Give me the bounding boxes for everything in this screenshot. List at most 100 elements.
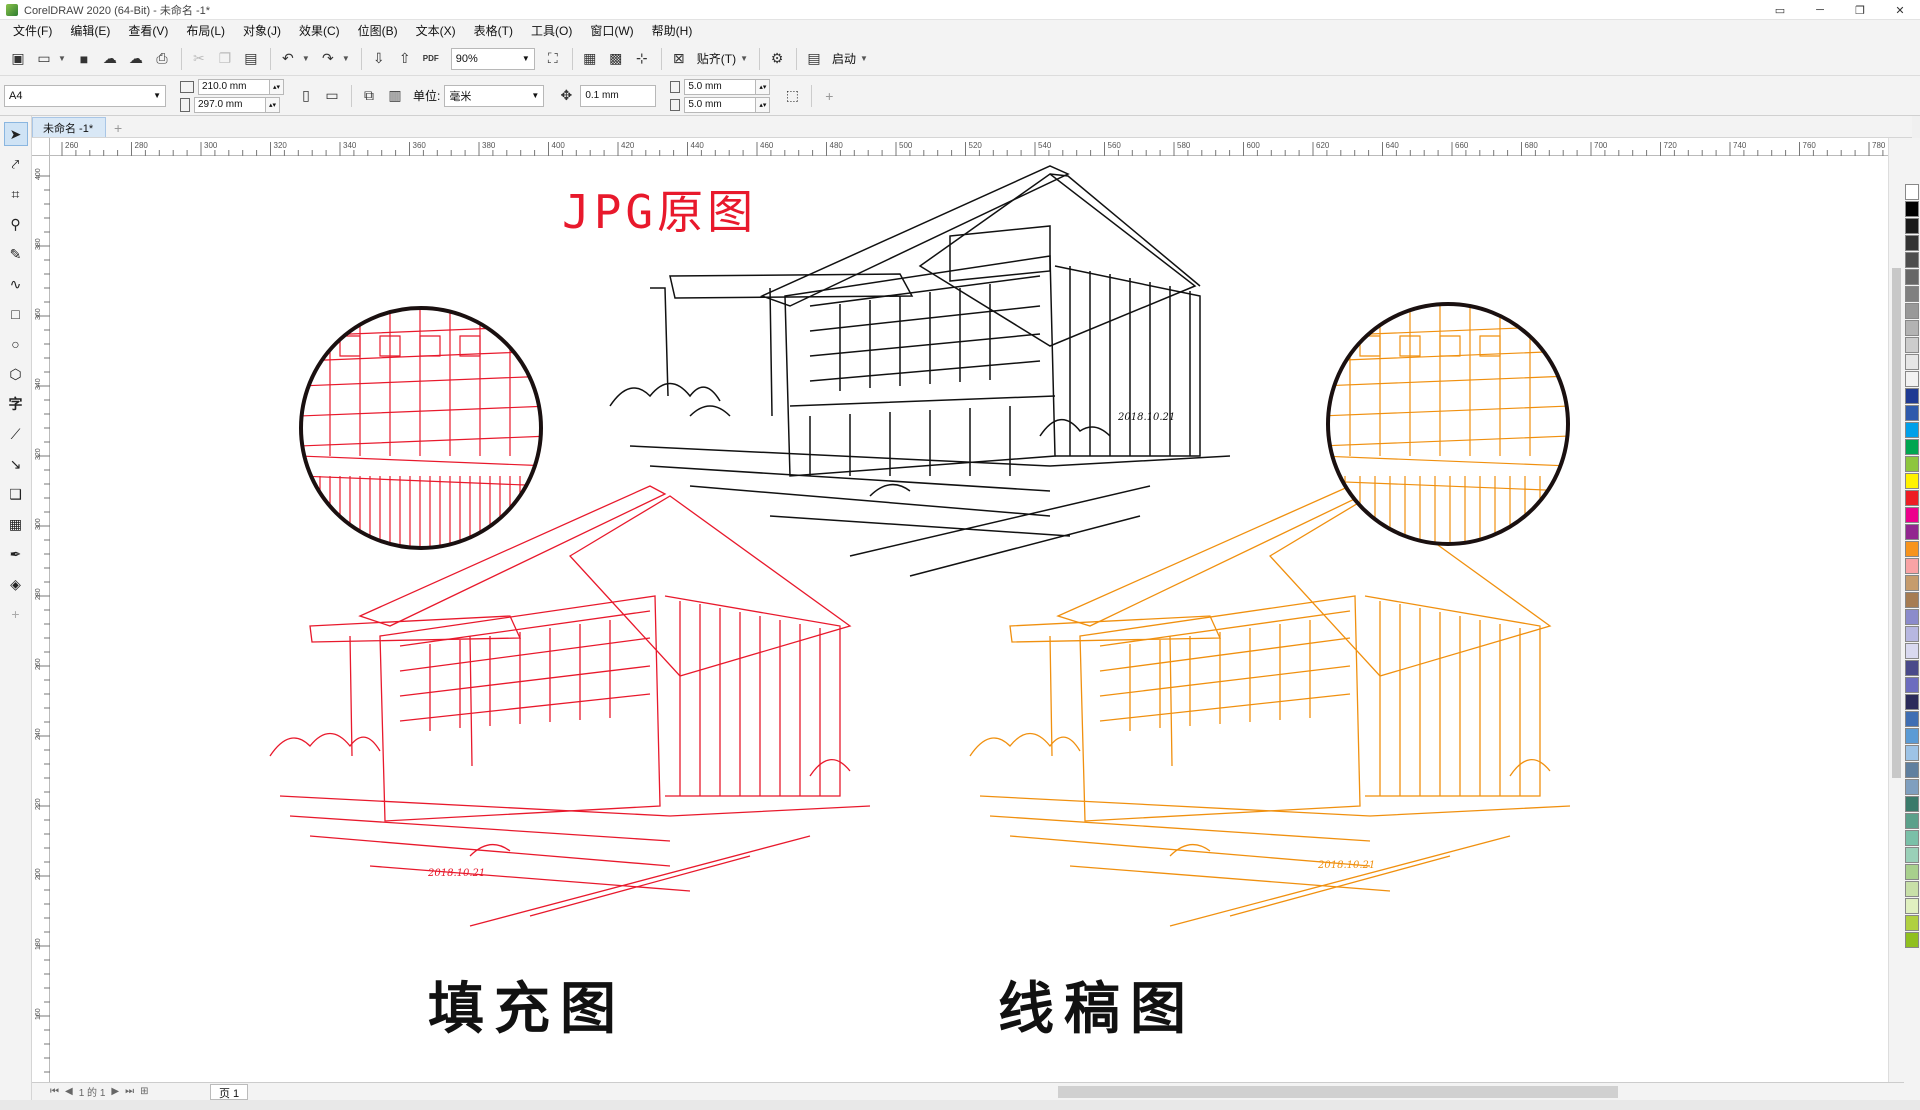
ruler-origin[interactable] — [32, 138, 50, 156]
new-document-icon[interactable]: ▣ — [6, 47, 30, 71]
horizontal-ruler[interactable]: 260 280 300 320 340 360 380 400 420 440 460 480 500 5… — [50, 138, 1912, 156]
menu-window[interactable]: 窗口(W) — [581, 20, 642, 42]
palette-swatch[interactable] — [1905, 558, 1919, 574]
drop-shadow-tool-icon[interactable]: ❑ — [4, 482, 28, 506]
all-pages-icon[interactable]: ⧉ — [357, 84, 381, 108]
show-grid-icon[interactable]: ▩ — [604, 47, 628, 71]
page-width-input[interactable]: 210.0 mm — [198, 78, 270, 95]
palette-swatch[interactable] — [1905, 354, 1919, 370]
palette-swatch[interactable] — [1905, 796, 1919, 812]
zoom-tool-icon[interactable]: ⚲ — [4, 212, 28, 236]
page-height-input[interactable]: 297.0 mm — [194, 96, 266, 113]
parallel-dimension-tool-icon[interactable]: ⟋ — [4, 422, 28, 446]
add-tool-icon[interactable]: + — [4, 602, 28, 626]
palette-swatch[interactable] — [1905, 405, 1919, 421]
drawing-canvas[interactable]: JPG原图 2018.10.21 2018.10.21 2018.10.21 填… — [50, 156, 1888, 1082]
palette-swatch[interactable] — [1905, 864, 1919, 880]
palette-swatch[interactable] — [1905, 847, 1919, 863]
palette-swatch[interactable] — [1905, 830, 1919, 846]
palette-swatch[interactable] — [1905, 184, 1919, 200]
palette-swatch[interactable] — [1905, 592, 1919, 608]
palette-swatch[interactable] — [1905, 252, 1919, 268]
save-icon[interactable]: ■ — [72, 47, 96, 71]
palette-swatch[interactable] — [1905, 898, 1919, 914]
palette-swatch[interactable] — [1905, 303, 1919, 319]
page-size-select[interactable]: A4 ▼ — [4, 84, 166, 107]
outline-trace-sketch[interactable] — [969, 485, 1571, 927]
spinner-icon[interactable]: ▴▾ — [270, 78, 284, 95]
palette-swatch[interactable] — [1905, 456, 1919, 472]
palette-swatch[interactable] — [1905, 762, 1919, 778]
palette-swatch[interactable] — [1905, 269, 1919, 285]
menu-effects[interactable]: 效果(C) — [290, 20, 349, 42]
fill-label[interactable]: 填充图 — [428, 977, 626, 1042]
menu-table[interactable]: 表格(T) — [465, 20, 522, 42]
menu-object[interactable]: 对象(J) — [234, 20, 290, 42]
menu-layout[interactable]: 布局(L) — [177, 20, 234, 42]
tab-document[interactable]: 未命名 -1* — [32, 117, 107, 137]
palette-swatch[interactable] — [1905, 218, 1919, 234]
eyedropper-tool-icon[interactable]: ✒ — [4, 542, 28, 566]
chevron-down-icon[interactable]: ▼ — [740, 54, 748, 63]
interactive-fill-tool-icon[interactable]: ◈ — [4, 572, 28, 596]
palette-swatch[interactable] — [1905, 677, 1919, 693]
copy-icon[interactable]: ❐ — [213, 47, 237, 71]
text-tool-icon[interactable]: 字 — [4, 392, 28, 416]
outline-detail-magnifier[interactable] — [1320, 302, 1570, 556]
open-folder-icon[interactable]: ▭ — [32, 47, 56, 71]
landscape-icon[interactable]: ▭ — [320, 84, 344, 108]
palette-swatch[interactable] — [1905, 371, 1919, 387]
menu-help[interactable]: 帮助(H) — [643, 20, 702, 42]
palette-swatch[interactable] — [1905, 779, 1919, 795]
duplicate-y-input[interactable]: 5.0 mm — [684, 96, 757, 113]
fill-trace-sketch[interactable] — [269, 485, 871, 927]
new-tab-icon[interactable]: + — [110, 121, 126, 137]
palette-swatch[interactable] — [1905, 524, 1919, 540]
palette-swatch[interactable] — [1905, 473, 1919, 489]
menu-bitmaps[interactable]: 位图(B) — [349, 20, 407, 42]
pick-tool-icon[interactable]: ➤ — [3, 122, 28, 146]
show-rulers-icon[interactable]: ▦ — [578, 47, 602, 71]
zoom-level-select[interactable]: 90% ▼ — [450, 47, 535, 70]
palette-swatch[interactable] — [1905, 881, 1919, 897]
palette-swatch[interactable] — [1905, 609, 1919, 625]
palette-swatch[interactable] — [1905, 388, 1919, 404]
palette-swatch[interactable] — [1905, 235, 1919, 251]
menu-text[interactable]: 文本(X) — [407, 20, 465, 42]
vertical-ruler[interactable]: 400 380 360 340 320 300 280 260 240 220 200 180 160 — [32, 156, 50, 1082]
spinner-icon[interactable]: ▴▾ — [756, 78, 771, 95]
palette-swatch[interactable] — [1905, 541, 1919, 557]
jpg-original-title[interactable]: JPG原图 — [562, 185, 757, 239]
show-guidelines-icon[interactable]: ⊹ — [630, 47, 654, 71]
horizontal-scroll-thumb[interactable] — [1058, 1085, 1619, 1098]
palette-swatch[interactable] — [1905, 813, 1919, 829]
current-page-icon[interactable]: ▥ — [383, 84, 407, 108]
polygon-tool-icon[interactable]: ⬡ — [4, 362, 28, 386]
prev-page-icon[interactable]: ◀ — [65, 1086, 73, 1097]
minimize-button[interactable]: ─ — [1800, 0, 1840, 20]
transparency-tool-icon[interactable]: ▦ — [4, 512, 28, 536]
shape-tool-icon[interactable]: ⤤ — [4, 152, 28, 176]
menu-edit[interactable]: 编辑(E) — [61, 20, 119, 42]
rectangle-tool-icon[interactable]: □ — [4, 302, 28, 326]
palette-swatch[interactable] — [1905, 439, 1919, 455]
palette-swatch[interactable] — [1905, 320, 1919, 336]
freehand-tool-icon[interactable]: ✎ — [4, 242, 28, 266]
add-icon[interactable]: + — [817, 84, 841, 108]
palette-swatch[interactable] — [1905, 745, 1919, 761]
first-page-icon[interactable]: ⏮ — [50, 1086, 59, 1097]
application-launcher-icon[interactable]: ▤ — [802, 47, 826, 71]
palette-swatch[interactable] — [1905, 728, 1919, 744]
palette-swatch[interactable] — [1905, 490, 1919, 506]
print-icon[interactable]: ⎙ — [150, 47, 174, 71]
menu-tools[interactable]: 工具(O) — [522, 20, 581, 42]
launch-label[interactable]: 启动 — [832, 50, 856, 67]
menu-view[interactable]: 查看(V) — [119, 20, 177, 42]
palette-swatch[interactable] — [1905, 643, 1919, 659]
palette-swatch[interactable] — [1905, 660, 1919, 676]
palette-swatch[interactable] — [1905, 422, 1919, 438]
portrait-icon[interactable]: ▯ — [294, 84, 318, 108]
chevron-down-icon[interactable]: ▼ — [58, 54, 66, 63]
import-icon[interactable]: ⇩ — [367, 47, 391, 71]
vertical-scrollbar[interactable] — [1888, 138, 1904, 1082]
